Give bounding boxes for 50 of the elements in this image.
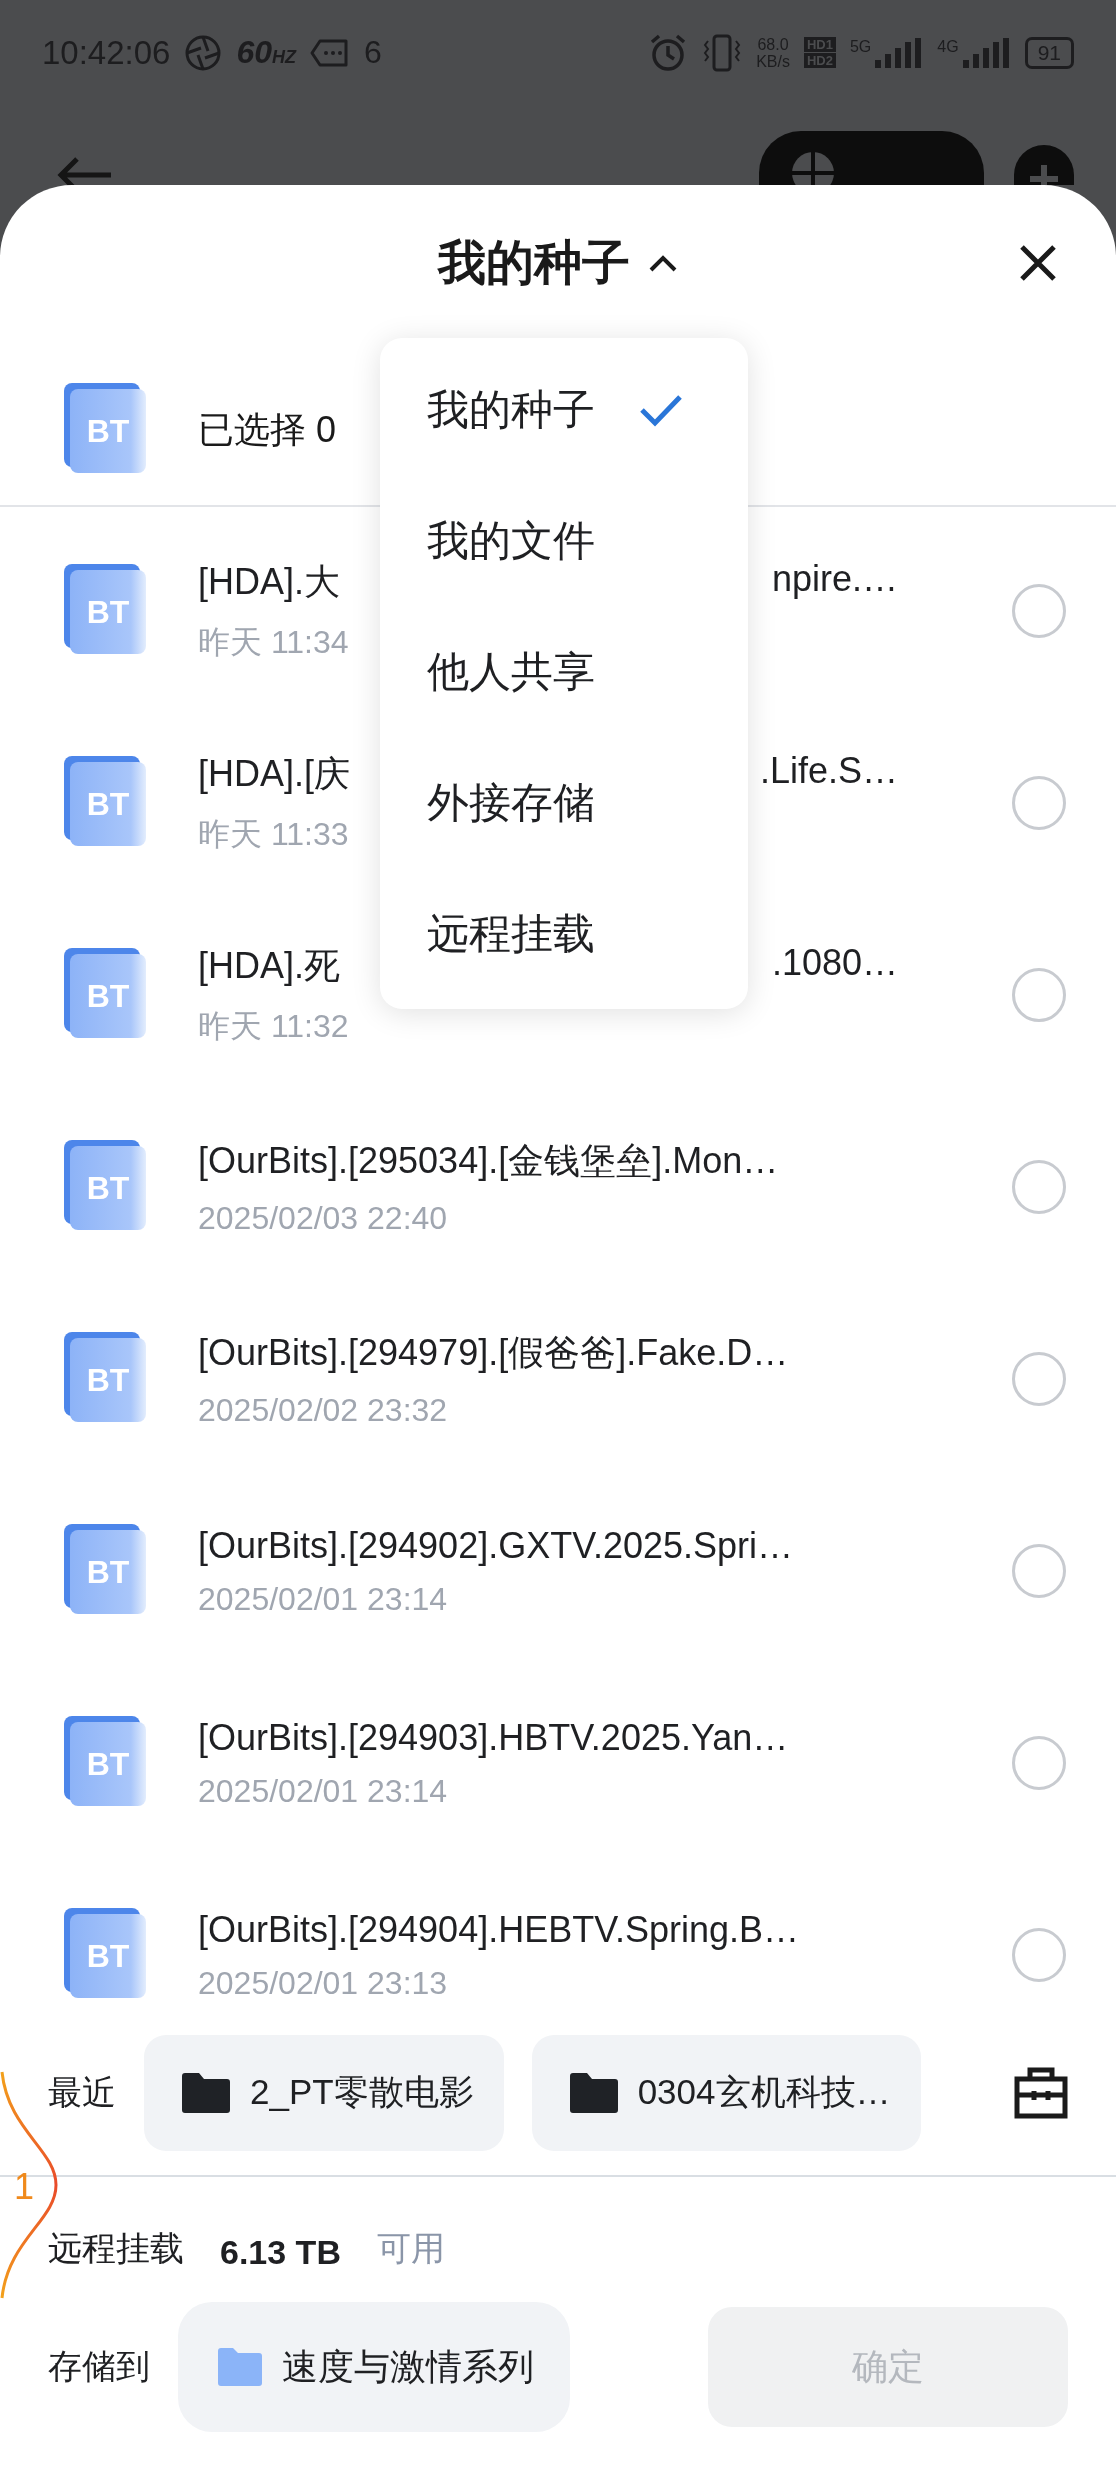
file-name: [OurBits].[294903].HBTV.2025.Yan… xyxy=(198,1716,789,1759)
close-icon xyxy=(1018,243,1058,283)
folder-icon xyxy=(182,2072,230,2113)
file-time: 2025/02/02 23:32 xyxy=(198,1392,449,1429)
select-radio[interactable] xyxy=(1012,1544,1066,1598)
file-name: [HDA].死 xyxy=(198,943,340,988)
signal-icon xyxy=(873,37,924,68)
select-radio[interactable] xyxy=(1012,968,1066,1022)
file-time: 2025/02/01 23:14 xyxy=(198,1580,449,1618)
file-name: .Life.S… xyxy=(759,749,898,793)
signal-icon xyxy=(960,37,1011,68)
file-time: 昨天 11:34 xyxy=(198,622,350,662)
file-time: 2025/02/01 23:13 xyxy=(198,1964,449,2002)
toolbox-icon xyxy=(1014,2066,1068,2119)
recent-folder-chip[interactable]: 0304玄机科技… xyxy=(531,2034,921,2151)
recent-label: 最近 xyxy=(48,2071,116,2113)
select-radio[interactable] xyxy=(1012,1736,1066,1790)
select-radio[interactable] xyxy=(1012,776,1066,830)
message-icon xyxy=(310,37,351,68)
select-radio[interactable] xyxy=(1012,1160,1066,1214)
file-name: [OurBits].[295034].[金钱堡垒].Mon… xyxy=(198,1139,779,1183)
file-name: [OurBits].[294902].GXTV.2025.Spri… xyxy=(198,1524,793,1567)
edge-count: 1 xyxy=(14,2166,35,2208)
recent-folder-chip[interactable]: 2_PT零散电影 xyxy=(144,2034,504,2151)
select-radio[interactable] xyxy=(1012,1928,1066,1982)
vibrate-icon xyxy=(702,32,743,73)
browser-button[interactable] xyxy=(759,131,984,185)
file-time: 2025/02/01 23:14 xyxy=(198,1772,449,1810)
destination-folder-chip[interactable]: 速度与激情系列 xyxy=(178,2302,570,2432)
file-name: [HDA].大 xyxy=(198,559,340,604)
file-name: [OurBits].[294979].[假爸爸].Fake.D… xyxy=(198,1331,789,1375)
storage-status: 可用 xyxy=(376,2228,445,2269)
file-name: npire.… xyxy=(771,557,898,601)
storage-label: 远程挂载 xyxy=(48,2228,184,2269)
selection-count: 已选择 0 xyxy=(198,407,337,452)
select-radio[interactable] xyxy=(1012,584,1066,638)
folder-icon xyxy=(569,2072,618,2113)
select-radio[interactable] xyxy=(1012,1352,1066,1406)
file-time: 2025/02/03 22:40 xyxy=(198,1200,449,1237)
file-name: [HDA].[庆 xyxy=(198,751,350,796)
file-name: [OurBits].[294904].HEBTV.Spring.B… xyxy=(198,1908,799,1951)
file-time: 昨天 11:33 xyxy=(198,814,350,854)
save-to-label: 存储到 xyxy=(48,2346,150,2387)
folder-icon xyxy=(218,2348,262,2386)
aperture-icon xyxy=(184,33,223,72)
file-name: .1080… xyxy=(771,941,898,985)
add-button[interactable] xyxy=(1014,145,1074,185)
storage-size: 6.13 TB xyxy=(220,2233,341,2272)
file-time: 昨天 11:32 xyxy=(198,1006,350,1046)
source-dropdown[interactable]: 我的种子 xyxy=(438,230,678,295)
